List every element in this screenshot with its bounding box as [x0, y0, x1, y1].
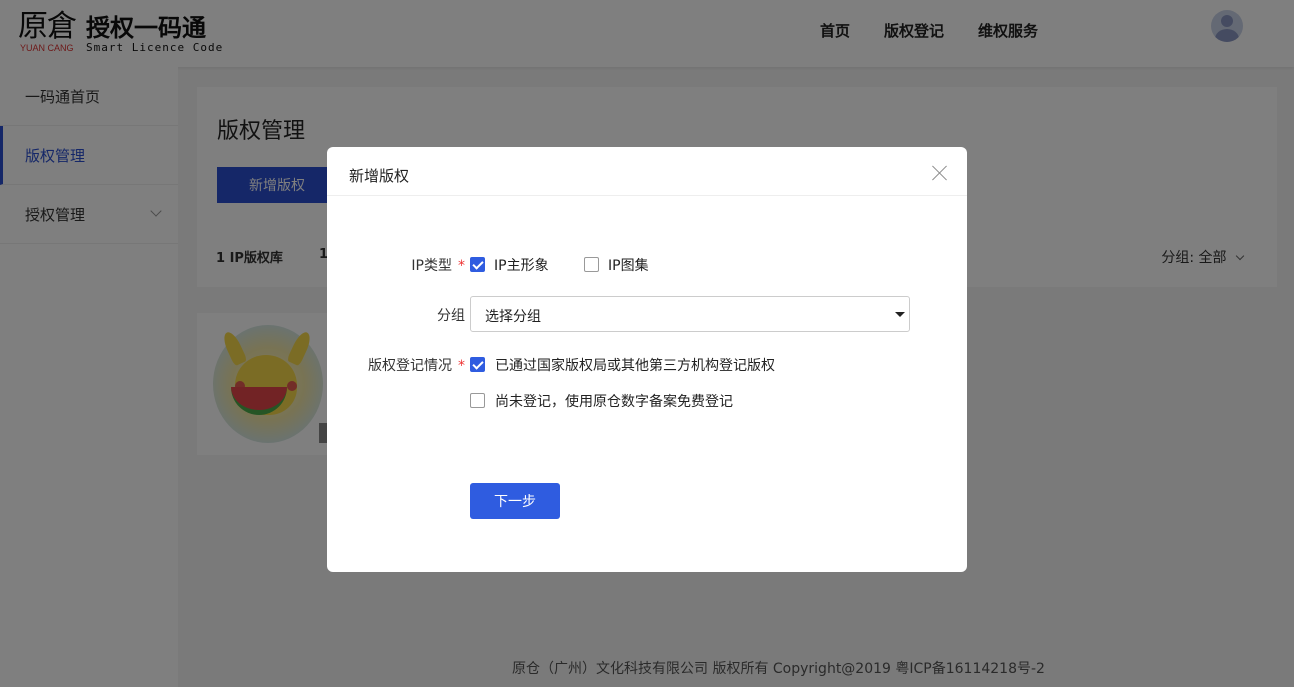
next-step-button[interactable]: 下一步: [470, 483, 560, 519]
registration-label-text: 版权登记情况: [368, 358, 452, 374]
group-select[interactable]: 选择分组: [470, 296, 910, 332]
registration-label: 版权登记情况 *: [368, 355, 465, 375]
not-registered-label[interactable]: 尚未登记，使用原仓数字备案免费登记: [495, 391, 733, 411]
ip-main-image-label[interactable]: IP主形象: [494, 255, 549, 275]
ip-main-image-checkbox[interactable]: [470, 257, 485, 272]
ip-type-label: IP类型 *: [411, 255, 465, 275]
registered-label[interactable]: 已通过国家版权局或其他第三方机构登记版权: [495, 355, 775, 375]
required-asterisk: *: [458, 358, 465, 374]
ip-gallery-checkbox[interactable]: [584, 257, 599, 272]
ip-gallery-label[interactable]: IP图集: [608, 255, 649, 275]
registered-checkbox[interactable]: [470, 357, 485, 372]
modal-header: 新增版权: [327, 147, 967, 196]
close-icon[interactable]: [930, 163, 950, 183]
group-select-value: 选择分组: [485, 309, 541, 325]
ip-type-label-text: IP类型: [411, 258, 452, 274]
not-registered-checkbox[interactable]: [470, 393, 485, 408]
caret-down-icon: [895, 312, 905, 317]
group-label: 分组: [437, 308, 465, 324]
required-asterisk: *: [458, 258, 465, 274]
modal-title: 新增版权: [349, 167, 410, 185]
add-copyright-modal: 新增版权 IP类型 * IP主形象 IP图集 分组 选择分组 版权登记情况 * 已通…: [327, 147, 967, 572]
